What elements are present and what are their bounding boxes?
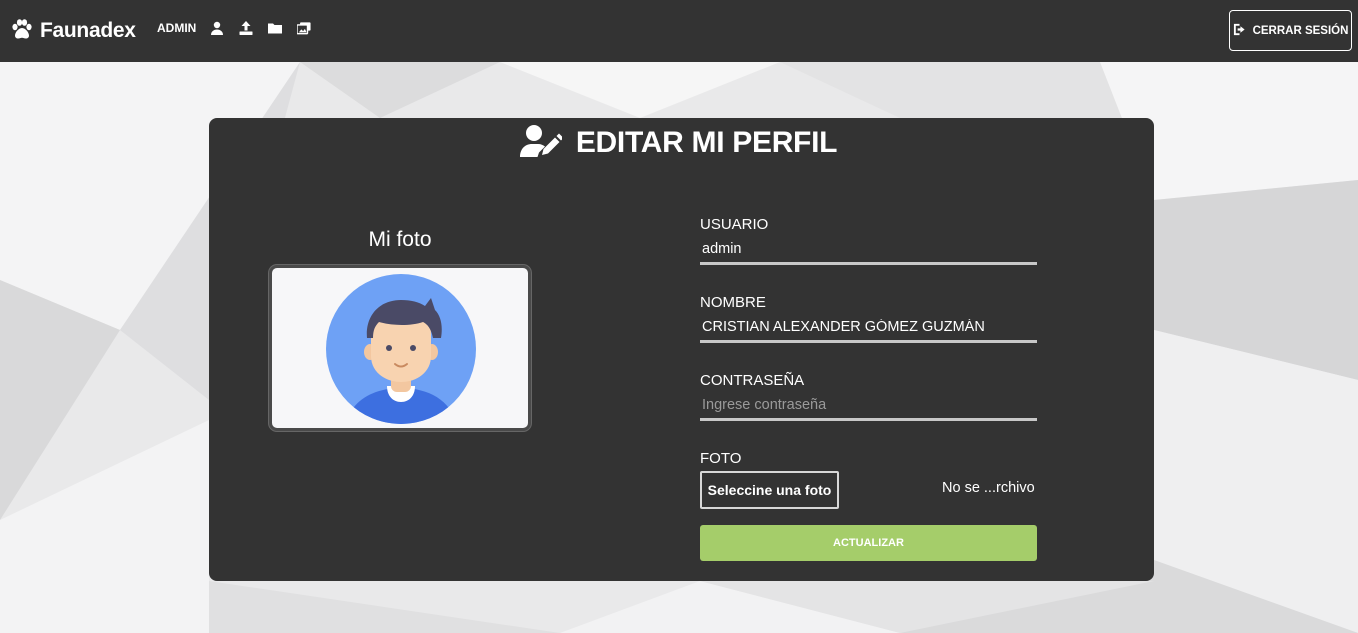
password-input[interactable] bbox=[700, 391, 1037, 421]
logout-button[interactable]: CERRAR SESIÓN bbox=[1229, 10, 1352, 51]
user-edit-icon bbox=[519, 124, 576, 163]
logout-label: CERRAR SESIÓN bbox=[1252, 24, 1349, 37]
nombre-input[interactable] bbox=[700, 313, 1037, 343]
edit-profile-card: EDITAR MI PERFIL Mi foto USUARIO NO bbox=[209, 118, 1154, 581]
photo-label: Mi foto bbox=[368, 228, 432, 251]
password-label: CONTRASEÑA bbox=[700, 372, 805, 389]
brand[interactable]: Faunadex bbox=[10, 17, 136, 45]
folder-icon[interactable] bbox=[268, 21, 283, 35]
nav-user-label[interactable]: ADMIN bbox=[157, 21, 196, 35]
update-button[interactable]: ACTUALIZAR bbox=[700, 525, 1037, 561]
upload-icon[interactable] bbox=[239, 21, 253, 35]
top-navbar: Faunadex ADMIN CERRAR SESIÓN bbox=[0, 0, 1358, 62]
foto-label: FOTO bbox=[700, 450, 742, 467]
nombre-label: NOMBRE bbox=[700, 294, 766, 311]
usuario-label: USUARIO bbox=[700, 216, 769, 233]
card-header: EDITAR MI PERFIL bbox=[209, 123, 1154, 163]
nav-items: ADMIN bbox=[157, 21, 326, 35]
user-icon[interactable] bbox=[210, 21, 224, 35]
page-title: EDITAR MI PERFIL bbox=[575, 126, 838, 159]
paw-icon bbox=[10, 17, 34, 46]
usuario-input[interactable] bbox=[700, 235, 1037, 265]
gallery-icon[interactable] bbox=[297, 21, 311, 35]
profile-photo bbox=[269, 265, 531, 431]
sign-out-icon bbox=[1233, 23, 1253, 39]
avatar-illustration bbox=[326, 274, 476, 424]
brand-name: Faunadex bbox=[40, 19, 136, 42]
choose-file-button[interactable]: Seleccine una foto bbox=[700, 471, 839, 509]
file-status: No se ...rchivo bbox=[942, 480, 1035, 496]
